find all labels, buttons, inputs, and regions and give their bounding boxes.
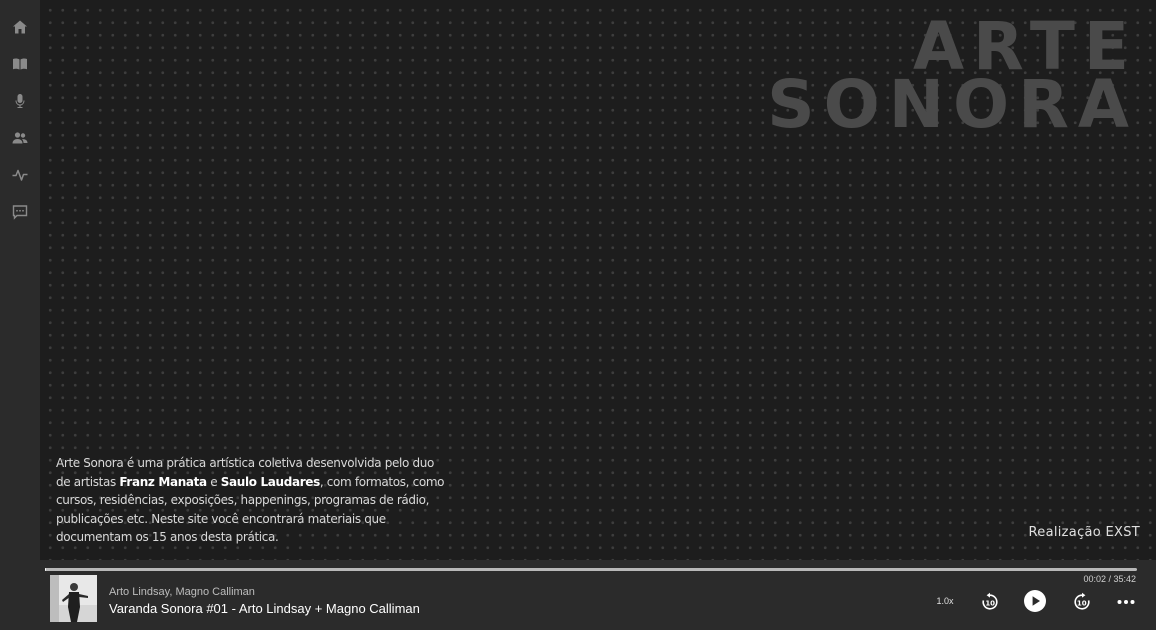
sidebar-item-publications[interactable]: [8, 52, 32, 76]
sidebar-item-home[interactable]: [8, 15, 32, 39]
play-icon: [1024, 590, 1046, 612]
progress-fill: [45, 568, 47, 571]
chat-icon: [12, 205, 28, 220]
sidebar-item-activities[interactable]: [8, 163, 32, 187]
rewind-10-button[interactable]: 10: [980, 592, 1000, 612]
sidebar-item-radio[interactable]: [8, 89, 32, 113]
sidebar: [0, 0, 40, 565]
title-line-2: SONORA: [767, 66, 1138, 143]
playback-speed-button[interactable]: 1.0x: [933, 596, 957, 606]
hero-section: ARTE SONORA Arte Sonora é uma prática ar…: [40, 0, 1156, 560]
book-icon: [13, 58, 27, 70]
time-display: 00:02 / 35:42: [1083, 574, 1136, 584]
app-root: ARTE SONORA Arte Sonora é uma prática ar…: [0, 0, 1156, 630]
artist-link-franz: Franz Manata: [119, 474, 207, 489]
microphone-icon: [15, 94, 25, 108]
site-title: ARTE SONORA: [767, 14, 1138, 143]
progress-bar[interactable]: [45, 568, 1137, 571]
svg-text:10: 10: [985, 600, 995, 608]
forward-10-button[interactable]: 10: [1072, 592, 1092, 612]
album-cover[interactable]: [50, 575, 97, 622]
sidebar-item-artists[interactable]: [8, 126, 32, 150]
activity-icon: [12, 169, 28, 181]
home-icon: [13, 20, 27, 34]
artist-link-saulo: Saulo Laudares: [220, 474, 320, 489]
audio-player: 00:02 / 35:42 Arto Lindsay, Magno Callim…: [0, 565, 1156, 630]
credit-link[interactable]: Realização EXST: [1029, 525, 1140, 540]
people-icon: [12, 132, 28, 144]
rewind-10-icon: 10: [982, 592, 998, 610]
intro-text: Arte Sonora é uma prática artística cole…: [56, 454, 446, 547]
track-title: Varanda Sonora #01 - Arto Lindsay + Magn…: [109, 601, 420, 616]
cover-image: [50, 575, 97, 622]
svg-text:10: 10: [1077, 600, 1087, 608]
sidebar-item-contact[interactable]: [8, 200, 32, 224]
track-artists: Arto Lindsay, Magno Calliman: [109, 586, 255, 598]
more-options-button[interactable]: [1116, 592, 1136, 612]
forward-10-icon: 10: [1074, 592, 1090, 610]
intro-part-2: e: [206, 474, 221, 489]
more-options-icon: [1117, 600, 1135, 604]
play-button[interactable]: [1024, 590, 1046, 612]
